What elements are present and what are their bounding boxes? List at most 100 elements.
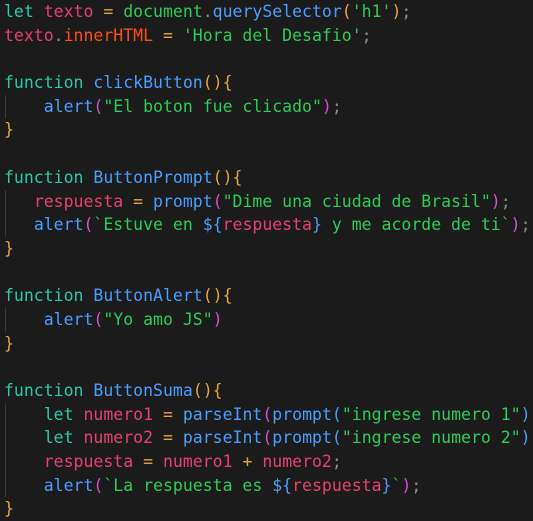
template-literal-suffix: `	[391, 475, 402, 495]
code-line[interactable]: let numero1 = parseInt(prompt("ingrese n…	[0, 402, 533, 427]
variable-numero2: numero2	[262, 452, 332, 472]
operator-assign: =	[103, 2, 114, 21]
paren-open: (	[93, 475, 104, 495]
paren-close: )	[321, 96, 332, 116]
semicolon: ;	[331, 452, 342, 472]
string-ingrese-numero-1: "ingrese numero 1"	[341, 404, 521, 424]
variable-numero1: numero1	[83, 404, 154, 424]
function-prompt: prompt	[272, 428, 332, 448]
property-innerhtml: innerHTML	[63, 25, 154, 45]
operator-assign: =	[143, 452, 154, 472]
paren-close: )	[520, 428, 531, 448]
code-line-blank[interactable]	[0, 47, 533, 71]
function-parseint: parseInt	[182, 428, 263, 448]
code-line[interactable]: function ButtonAlert(){	[0, 284, 533, 308]
operator-assign: =	[162, 428, 173, 448]
template-literal-suffix: y me acorde de ti`	[321, 215, 511, 235]
brace-close: }	[4, 333, 14, 353]
code-line[interactable]: function clickButton(){	[0, 71, 533, 95]
semicolon: ;	[361, 25, 372, 45]
keyword-function: function	[4, 73, 84, 93]
function-alert: alert	[43, 309, 94, 329]
function-prompt: prompt	[272, 404, 332, 424]
code-line[interactable]: alert("Yo amo JS")	[0, 307, 533, 332]
semicolon: ;	[401, 2, 412, 21]
code-line[interactable]: alert(`Estuve en ${respuesta} y me acord…	[0, 213, 533, 237]
semicolon: ;	[500, 191, 511, 211]
brace-open: {	[232, 167, 243, 187]
code-line[interactable]: }	[0, 497, 533, 521]
interpolation-close: }	[381, 475, 392, 495]
paren-close: )	[212, 286, 223, 306]
paren-open: (	[262, 428, 273, 448]
operator-assign: =	[162, 25, 173, 45]
string-hora-del-desafio: 'Hora del Desafio'	[182, 25, 362, 45]
keyword-let: let	[43, 404, 74, 424]
function-name-buttonprompt: ButtonPrompt	[93, 167, 213, 187]
object-document: document	[123, 2, 203, 21]
string-ingrese-numero-2: "ingrese numero 2"	[341, 428, 521, 448]
code-line[interactable]: respuesta = numero1 + numero2;	[0, 450, 533, 474]
function-alert: alert	[43, 96, 94, 116]
operator-plus: +	[242, 452, 253, 472]
paren-open: (	[83, 215, 94, 235]
variable-texto: texto	[4, 25, 54, 45]
brace-open: {	[222, 73, 233, 93]
paren-close: )	[202, 381, 213, 400]
interpolation-close: }	[311, 215, 322, 235]
paren-close: )	[391, 2, 402, 21]
template-literal-prefix: `La respuesta es	[103, 475, 273, 495]
semicolon: ;	[411, 475, 422, 495]
paren-open: (	[192, 381, 203, 400]
brace-open: {	[222, 286, 233, 306]
code-line-blank[interactable]	[0, 261, 533, 285]
variable-respuesta: respuesta	[292, 475, 382, 495]
variable-respuesta: respuesta	[222, 215, 312, 235]
paren-close: )	[212, 309, 223, 329]
code-line[interactable]: }	[0, 118, 533, 142]
code-line[interactable]: respuesta = prompt("Dime una ciudad de B…	[0, 189, 533, 214]
variable-respuesta: respuesta	[43, 452, 134, 472]
paren-open: (	[212, 191, 223, 211]
function-parseint: parseInt	[182, 404, 263, 424]
paren-open: (	[202, 73, 213, 93]
code-editor[interactable]: let texto = document.querySelector('h1')…	[0, 0, 533, 521]
code-line[interactable]: function ButtonSuma(){	[0, 379, 533, 403]
method-queryselector: querySelector	[212, 2, 342, 21]
code-line-blank[interactable]	[0, 142, 533, 166]
code-line[interactable]: alert(`La respuesta es ${respuesta}`);	[0, 473, 533, 498]
function-prompt: prompt	[153, 191, 213, 211]
code-line-blank[interactable]	[0, 355, 533, 379]
string-yo-amo-js: "Yo amo JS"	[103, 309, 213, 329]
code-line[interactable]: alert("El boton fue clicado");	[0, 94, 533, 119]
semicolon: ;	[331, 96, 342, 116]
paren-close: )	[520, 404, 531, 424]
code-line[interactable]: }	[0, 332, 533, 356]
semicolon: ;	[520, 215, 531, 235]
function-name-clickbutton: clickButton	[93, 73, 203, 93]
paren-close: )	[401, 475, 412, 495]
paren-close: )	[212, 73, 223, 93]
paren-open: (	[341, 2, 352, 21]
keyword-function: function	[4, 381, 84, 400]
variable-numero1: numero1	[162, 452, 233, 472]
function-alert: alert	[43, 475, 94, 495]
keyword-let: let	[43, 428, 74, 448]
string-h1: 'h1'	[351, 2, 392, 21]
function-name-buttonsuma: ButtonSuma	[93, 381, 193, 400]
brace-close: }	[4, 499, 14, 519]
paren-open: (	[93, 309, 104, 329]
interpolation-open: ${	[202, 215, 223, 235]
code-line[interactable]: }	[0, 237, 533, 261]
paren-close: )	[490, 191, 501, 211]
code-line[interactable]: let numero2 = parseInt(prompt("ingrese n…	[0, 426, 533, 450]
operator-assign: =	[162, 404, 173, 424]
function-alert: alert	[33, 215, 84, 235]
paren-open: (	[93, 96, 104, 116]
paren-open: (	[212, 167, 223, 187]
brace-close: }	[4, 120, 14, 140]
code-line[interactable]: texto.innerHTML = 'Hora del Desafio';	[0, 24, 533, 48]
code-line[interactable]: let texto = document.querySelector('h1')…	[0, 0, 533, 24]
keyword-function: function	[4, 167, 84, 187]
code-line[interactable]: function ButtonPrompt(){	[0, 166, 533, 190]
